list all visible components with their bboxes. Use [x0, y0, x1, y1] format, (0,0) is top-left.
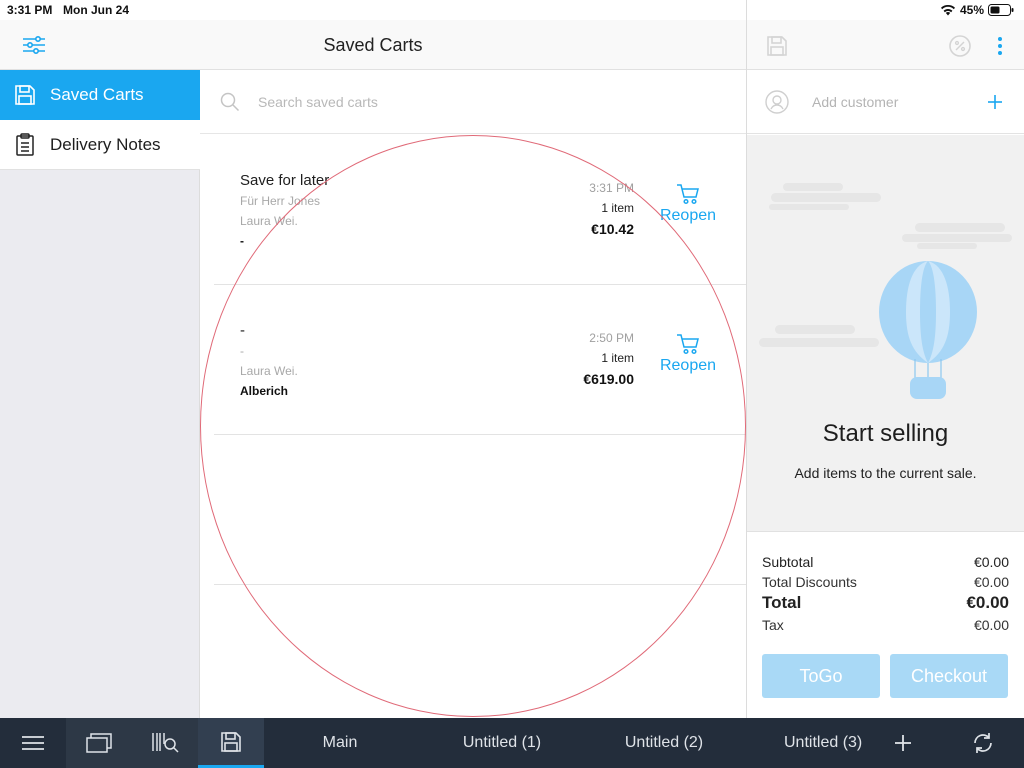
- sync-button[interactable]: [952, 718, 1014, 768]
- empty-row: [214, 435, 746, 585]
- reopen-button[interactable]: Reopen: [658, 183, 718, 225]
- saved-cart-row[interactable]: Save for later Für Herr Jones Laura Wei.…: [214, 135, 746, 285]
- empty-cart-panel: Start selling Add items to the current s…: [747, 135, 1024, 532]
- discount-icon[interactable]: [948, 34, 972, 63]
- refresh-icon: [974, 733, 992, 753]
- bottom-bar: Main Untitled (1) Untitled (2) Untitled …: [0, 718, 1024, 768]
- reopen-label: Reopen: [659, 207, 717, 224]
- add-tab-button[interactable]: [872, 718, 934, 768]
- status-indicators: 45%: [940, 3, 1014, 17]
- battery-icon: [988, 4, 1014, 16]
- floppy-disk-icon: [0, 83, 50, 107]
- search-bar: [200, 70, 746, 134]
- total-row: Total €0.00: [762, 593, 1009, 613]
- cart-staff: Laura Wei.: [240, 364, 298, 378]
- sidebar-item-delivery-notes[interactable]: Delivery Notes: [0, 120, 200, 170]
- saved-carts-button[interactable]: [198, 718, 264, 768]
- cart-customer: -: [240, 234, 244, 248]
- barcode-search-button[interactable]: [132, 718, 198, 768]
- cart-item-count: 1 item: [601, 201, 634, 215]
- menu-button[interactable]: [0, 718, 66, 768]
- cart-total: €619.00: [583, 371, 634, 387]
- discounts-label: Total Discounts: [762, 574, 857, 590]
- floppy-disk-icon: [221, 731, 241, 752]
- cart-note: Für Herr Jones: [240, 194, 321, 208]
- empty-cart-description: Add items to the current sale.: [794, 465, 977, 481]
- plus-icon: [895, 735, 911, 751]
- sidebar: Saved Carts Delivery Notes: [0, 70, 200, 718]
- windows-button[interactable]: [66, 718, 132, 768]
- tab-untitled-2[interactable]: Untitled (2): [602, 718, 726, 768]
- discounts-row: Total Discounts €0.00: [762, 574, 1009, 590]
- sidebar-item-saved-carts[interactable]: Saved Carts: [0, 70, 200, 120]
- sidebar-item-label: Saved Carts: [50, 85, 144, 104]
- battery-percent: 45%: [959, 3, 984, 17]
- more-options-icon[interactable]: [997, 36, 1003, 61]
- subtotal-value: €0.00: [973, 554, 1009, 570]
- reopen-label: Reopen: [659, 357, 717, 374]
- tax-value: €0.00: [973, 617, 1009, 633]
- windows-icon: [86, 733, 112, 753]
- barcode-search-icon: [152, 733, 179, 753]
- add-customer-label: Add customer: [812, 94, 899, 110]
- tab-main[interactable]: Main: [290, 718, 390, 768]
- cart-staff: Laura Wei.: [240, 214, 298, 228]
- cart-note: -: [240, 344, 244, 358]
- tax-row: Tax €0.00: [762, 617, 1009, 633]
- customer-avatar-icon: [765, 90, 789, 114]
- status-date: Mon Jun 24: [63, 3, 130, 17]
- sidebar-item-label: Delivery Notes: [50, 134, 161, 154]
- add-customer-plus-icon[interactable]: [987, 94, 1003, 110]
- page-title: Saved Carts: [323, 35, 423, 55]
- status-bar: 3:31 PM Mon Jun 24 45%: [0, 0, 1024, 20]
- hamburger-icon: [22, 736, 44, 750]
- cart-time: 3:31 PM: [589, 181, 634, 195]
- discounts-value: €0.00: [973, 574, 1009, 590]
- empty-cart-title: Start selling: [822, 420, 949, 447]
- cart-name: -: [240, 322, 245, 339]
- main-header: Saved Carts: [0, 20, 746, 70]
- saved-cart-row[interactable]: - - Laura Wei. Alberich 2:50 PM 1 item €…: [214, 285, 746, 435]
- subtotal-row: Subtotal €0.00: [762, 554, 1009, 570]
- cart-item-count: 1 item: [601, 351, 634, 365]
- status-time: 3:31 PM: [7, 3, 53, 17]
- cart-name: Save for later: [240, 172, 330, 189]
- cart-icon: [677, 334, 699, 355]
- togo-button[interactable]: ToGo: [762, 654, 880, 698]
- reopen-button[interactable]: Reopen: [658, 333, 718, 375]
- hot-air-balloon-illustration: [759, 183, 1012, 399]
- cart-icon: [677, 184, 699, 205]
- tab-untitled-1[interactable]: Untitled (1): [440, 718, 564, 768]
- clipboard-icon: [0, 132, 50, 157]
- tax-label: Tax: [762, 617, 784, 633]
- checkout-button[interactable]: Checkout: [890, 654, 1008, 698]
- cart-header: [747, 20, 1024, 70]
- cart-total: €10.42: [591, 221, 634, 237]
- tab-untitled-3[interactable]: Untitled (3): [776, 718, 862, 768]
- customer-row[interactable]: Add customer: [747, 70, 1024, 134]
- totals-panel: Subtotal €0.00 Total Discounts €0.00 Tot…: [747, 533, 1024, 718]
- wifi-icon: [940, 4, 955, 16]
- search-input[interactable]: [258, 90, 658, 114]
- cart-time: 2:50 PM: [589, 331, 634, 345]
- total-label: Total: [762, 593, 802, 612]
- search-icon: [220, 92, 240, 112]
- total-value: €0.00: [966, 593, 1009, 612]
- cart-customer: Alberich: [240, 384, 289, 398]
- subtotal-label: Subtotal: [762, 554, 814, 570]
- save-cart-icon[interactable]: [765, 34, 789, 63]
